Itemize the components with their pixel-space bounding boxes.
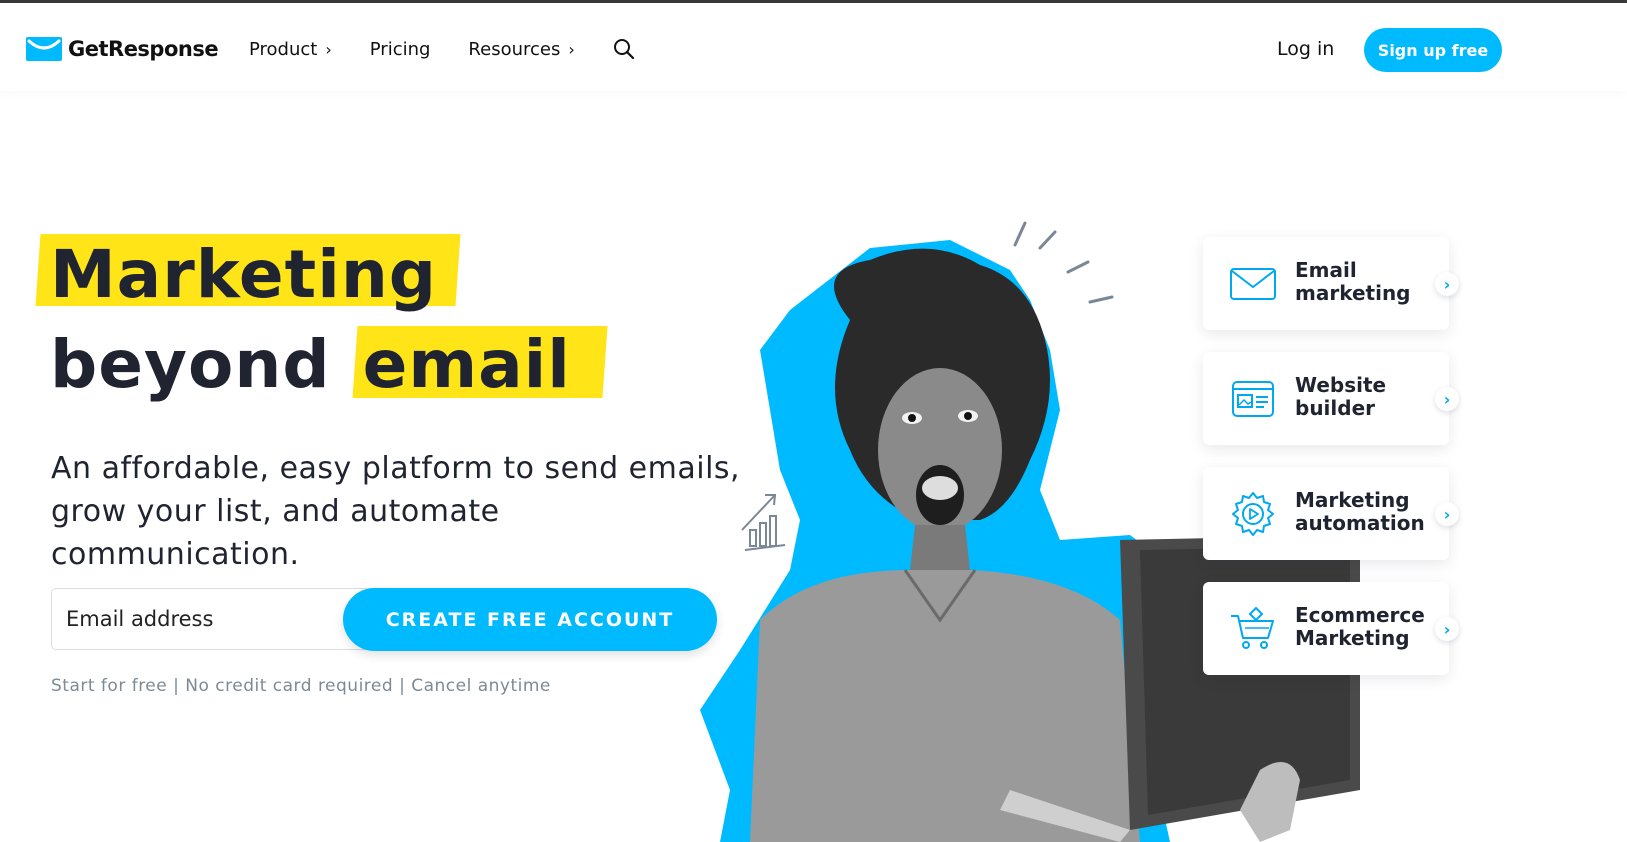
headline-word-beyond: beyond — [50, 326, 331, 403]
feature-card-label: Marketing automation — [1295, 488, 1425, 535]
logo-envelope-icon — [26, 37, 62, 61]
nav-item-label: Pricing — [369, 38, 431, 60]
feature-card-label: Ecommerce Marketing — [1295, 603, 1425, 650]
nav-item-resources[interactable]: Resources › — [468, 39, 574, 60]
feature-card-label: Email marketing — [1295, 258, 1411, 305]
signup-fineprint: Start for free | No credit card required… — [51, 676, 551, 696]
feature-card-marketing-automation[interactable]: Marketing automation › — [1203, 467, 1459, 560]
headline-word-marketing: Marketing — [50, 236, 438, 313]
nav-item-label: Resources — [468, 38, 561, 60]
chevron-right-icon: › — [1435, 272, 1459, 296]
headline-word-email: email — [362, 326, 571, 403]
logo-text: GetResponse — [68, 37, 219, 61]
signup-button[interactable]: Sign up free — [1364, 28, 1502, 72]
headline-word-email-wrap: email — [352, 320, 608, 410]
excitement-lines — [1013, 221, 1114, 304]
hero-headline: Marketing beyond email — [35, 230, 608, 410]
automation-gear-icon — [1232, 492, 1274, 536]
feature-card-label: Website builder — [1295, 373, 1387, 420]
chevron-right-icon: › — [568, 39, 575, 59]
top-navbar: GetResponse Product › Pricing Resources … — [0, 3, 1627, 91]
headline-line-2: beyond email — [50, 320, 608, 410]
feature-cards: Email marketing › Website builder › Mark… — [1203, 237, 1465, 697]
feature-card-website-builder[interactable]: Website builder › — [1203, 352, 1459, 445]
nav-item-label: Product — [249, 38, 318, 60]
chevron-right-icon: › — [325, 39, 332, 59]
login-link[interactable]: Log in — [1277, 38, 1334, 60]
chart-doodle — [741, 494, 786, 551]
getresponse-logo[interactable]: GetResponse — [26, 34, 219, 64]
hero-signup-form: CREATE FREE ACCOUNT — [51, 588, 717, 652]
hero-subheading: An affordable, easy platform to send ema… — [51, 451, 741, 572]
chevron-right-icon: › — [1435, 502, 1459, 526]
feature-card-email-marketing[interactable]: Email marketing › — [1203, 237, 1459, 330]
nav-item-product[interactable]: Product › — [249, 39, 332, 60]
search-icon[interactable] — [613, 38, 635, 60]
create-free-account-button[interactable]: CREATE FREE ACCOUNT — [343, 588, 717, 651]
shopping-cart-icon — [1231, 606, 1274, 649]
feature-card-ecommerce-marketing[interactable]: Ecommerce Marketing › — [1203, 582, 1459, 675]
chevron-right-icon: › — [1435, 617, 1459, 641]
nav-item-pricing[interactable]: Pricing — [370, 39, 431, 60]
website-icon — [1232, 381, 1274, 417]
chevron-right-icon: › — [1435, 387, 1459, 411]
envelope-icon — [1230, 268, 1276, 300]
headline-line-1: Marketing — [35, 230, 571, 320]
main-nav: Product › Pricing Resources › — [249, 34, 635, 64]
